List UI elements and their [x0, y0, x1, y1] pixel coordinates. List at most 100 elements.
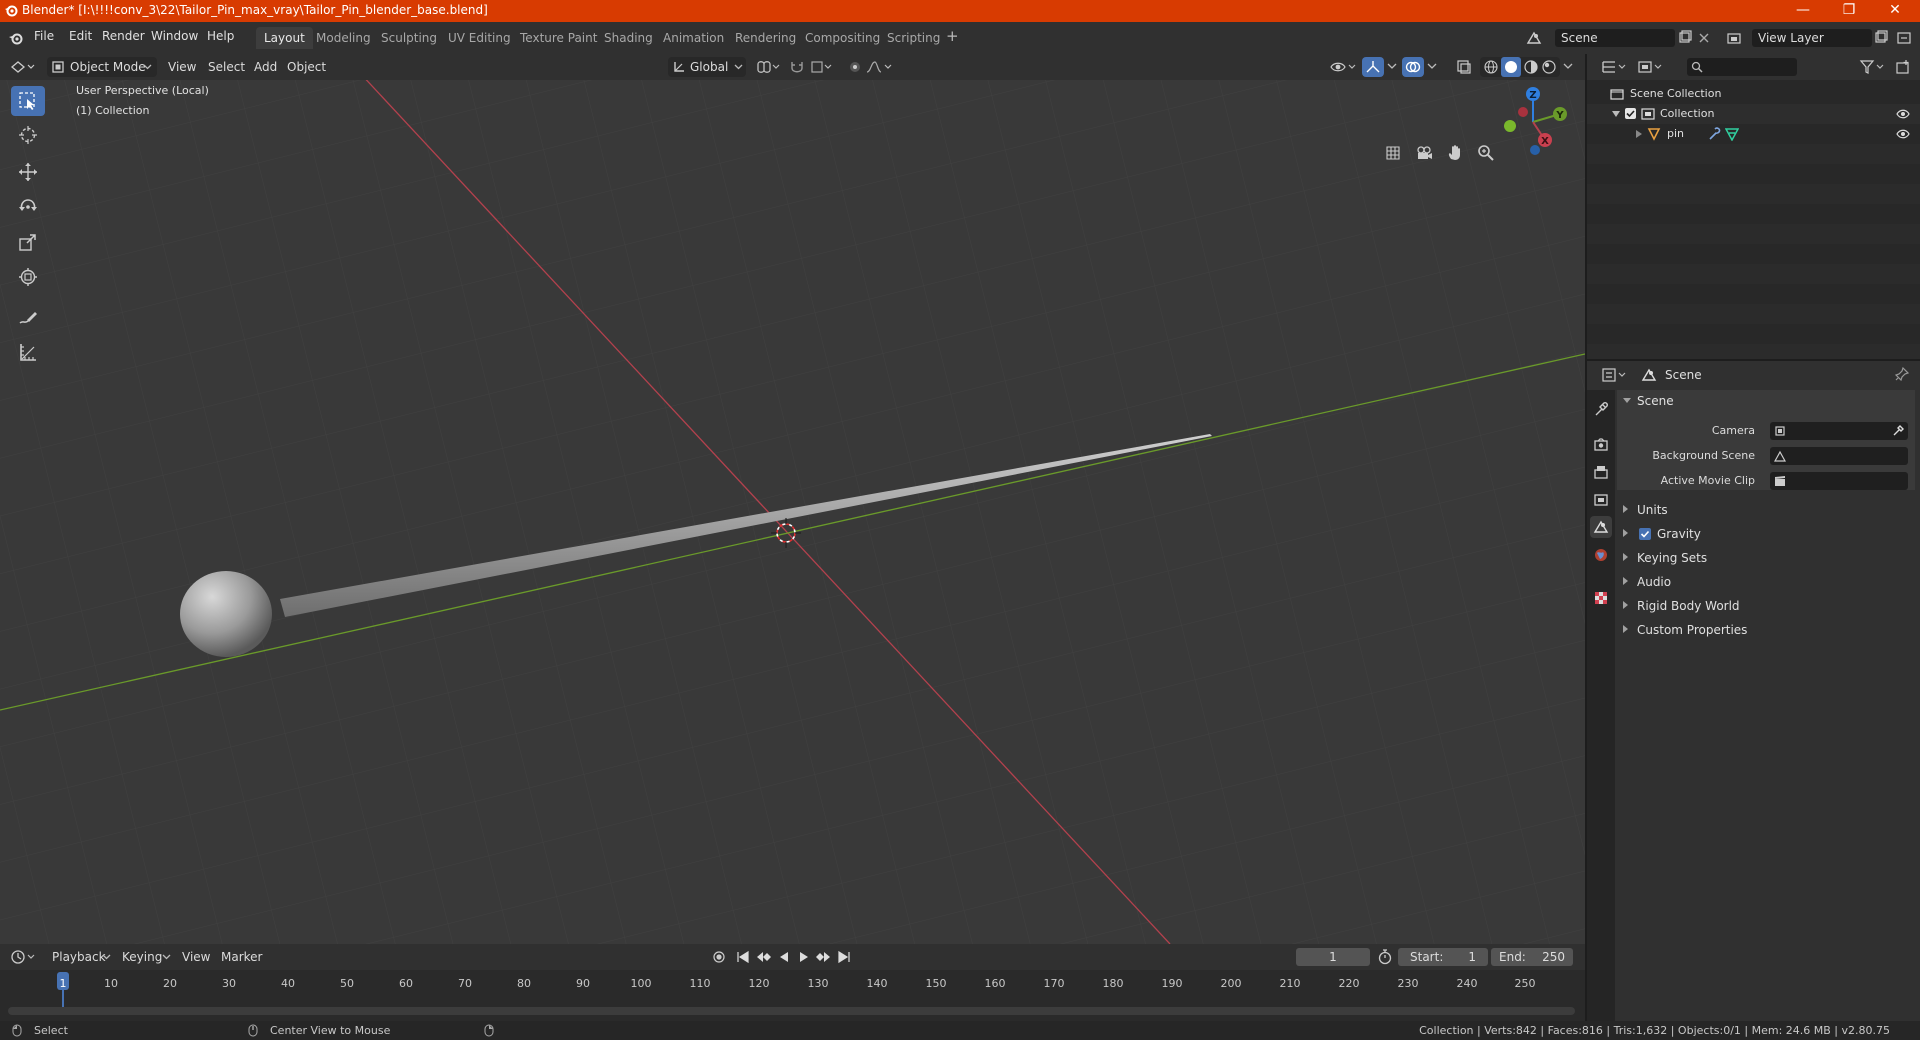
menu-edit[interactable]: Edit — [69, 29, 92, 43]
eye-icon[interactable] — [1896, 128, 1910, 140]
remove-view-layer-icon[interactable] — [1896, 30, 1912, 46]
minimize-button[interactable]: — — [1780, 0, 1826, 22]
tab-output[interactable] — [1590, 461, 1612, 483]
xray-icon[interactable] — [1456, 59, 1472, 75]
mode-dropdown[interactable]: Object Mode — [47, 57, 157, 77]
panel-units[interactable]: Units — [1617, 499, 1915, 521]
camera-view-button[interactable] — [1411, 140, 1437, 166]
workspace-tab-layout[interactable]: Layout — [256, 27, 313, 49]
collection-checkbox[interactable] — [1625, 108, 1636, 119]
timeline-scrollbar[interactable] — [8, 1007, 1575, 1015]
chevron-down-icon[interactable] — [1563, 61, 1573, 71]
material-shading-icon[interactable] — [1523, 59, 1539, 75]
rendered-shading-icon[interactable] — [1541, 59, 1557, 75]
wireframe-shading-icon[interactable] — [1483, 59, 1499, 75]
collapse-arrow-icon[interactable] — [1635, 130, 1643, 138]
outliner-row-collection[interactable]: Collection — [1587, 104, 1920, 124]
workspace-tab-uv-editing[interactable]: UV Editing — [440, 27, 519, 49]
scale-tool[interactable] — [11, 227, 45, 257]
outliner-row-scene-collection[interactable]: Scene Collection — [1587, 84, 1920, 104]
annotate-tool[interactable] — [11, 303, 45, 333]
view-layer-icon[interactable] — [1726, 30, 1742, 46]
add-workspace-button[interactable]: + — [946, 27, 959, 45]
background-scene-field[interactable] — [1770, 447, 1908, 465]
cursor-tool[interactable] — [11, 120, 45, 150]
pin-head[interactable] — [180, 571, 272, 657]
stopwatch-icon[interactable] — [1377, 949, 1393, 965]
panel-rigid-body-world[interactable]: Rigid Body World — [1617, 595, 1915, 617]
blender-menu-icon[interactable] — [8, 30, 24, 46]
modifier-wrench-icon[interactable] — [1707, 127, 1721, 141]
transform-tool[interactable] — [11, 262, 45, 292]
delete-scene-icon[interactable] — [1697, 31, 1711, 45]
navigation-gizmo[interactable]: Z Y X — [1490, 82, 1570, 158]
jump-to-start-icon[interactable] — [736, 950, 750, 964]
menu-keying[interactable]: Keying — [122, 947, 162, 967]
start-frame-field[interactable]: Start: 1 — [1398, 948, 1488, 966]
workspace-tab-shading[interactable]: Shading — [596, 27, 661, 49]
expand-arrow-icon[interactable] — [1612, 110, 1620, 118]
mesh-data-icon[interactable] — [1725, 127, 1739, 141]
show-overlays-toggle[interactable] — [1402, 57, 1424, 77]
eye-icon[interactable] — [1896, 108, 1910, 120]
properties-editor-type-icon[interactable] — [1601, 367, 1629, 383]
show-gizmo-toggle[interactable] — [1362, 57, 1384, 77]
tab-tool[interactable] — [1590, 398, 1612, 420]
panel-audio[interactable]: Audio — [1617, 571, 1915, 593]
panel-custom-properties[interactable]: Custom Properties — [1617, 619, 1915, 641]
menu-view[interactable]: View — [168, 57, 196, 77]
menu-window[interactable]: Window — [151, 29, 198, 43]
panel-keying-sets[interactable]: Keying Sets — [1617, 547, 1915, 569]
select-box-tool[interactable] — [11, 86, 45, 116]
maximize-button[interactable]: ❐ — [1826, 0, 1872, 22]
jump-to-keyframe-back-icon[interactable] — [756, 950, 772, 964]
editor-type-icon[interactable] — [10, 59, 38, 75]
new-scene-icon[interactable] — [1677, 30, 1693, 46]
zoom-view-button[interactable] — [1473, 140, 1499, 166]
chevron-down-icon[interactable] — [162, 954, 171, 960]
new-collection-icon[interactable] — [1895, 59, 1911, 75]
tab-texture[interactable] — [1590, 587, 1612, 609]
outliner-search-input[interactable] — [1687, 58, 1797, 76]
camera-field[interactable] — [1770, 422, 1908, 440]
snap-icon[interactable] — [789, 59, 841, 75]
move-tool[interactable] — [11, 157, 45, 187]
tab-view-layer[interactable] — [1590, 489, 1612, 511]
menu-add[interactable]: Add — [254, 57, 277, 77]
active-movie-clip-field[interactable] — [1770, 472, 1908, 490]
tab-render[interactable] — [1590, 434, 1612, 456]
pin-icon[interactable] — [1895, 367, 1909, 381]
menu-select[interactable]: Select — [208, 57, 245, 77]
eyedropper-icon[interactable] — [1892, 425, 1904, 437]
workspace-tab-rendering[interactable]: Rendering — [727, 27, 804, 49]
outliner-editor-type-icon[interactable] — [1601, 59, 1629, 75]
chevron-down-icon[interactable] — [1427, 61, 1437, 71]
gizmo-neg-y[interactable] — [1504, 120, 1516, 132]
visibility-icon[interactable] — [1330, 59, 1358, 75]
menu-help[interactable]: Help — [207, 29, 234, 43]
menu-render[interactable]: Render — [102, 29, 145, 43]
workspace-tab-scripting[interactable]: Scripting — [879, 27, 948, 49]
workspace-tab-texture-paint[interactable]: Texture Paint — [512, 27, 605, 49]
jump-to-keyframe-forward-icon[interactable] — [815, 950, 831, 964]
panel-scene-header[interactable]: Scene — [1617, 390, 1915, 412]
tab-world[interactable] — [1590, 544, 1612, 566]
workspace-tab-compositing[interactable]: Compositing — [797, 27, 888, 49]
panel-gravity[interactable]: Gravity — [1617, 523, 1915, 545]
gizmo-neg-z[interactable] — [1530, 145, 1540, 155]
menu-view[interactable]: View — [182, 947, 210, 967]
workspace-tab-sculpting[interactable]: Sculpting — [373, 27, 445, 49]
toggle-ortho-button[interactable] — [1380, 140, 1406, 166]
solid-shading-button[interactable] — [1501, 57, 1521, 77]
gravity-checkbox[interactable] — [1639, 528, 1651, 540]
jump-to-end-icon[interactable] — [837, 950, 851, 964]
chevron-down-icon[interactable] — [1387, 61, 1397, 71]
rotate-tool[interactable] — [11, 192, 45, 222]
workspace-tab-animation[interactable]: Animation — [655, 27, 732, 49]
menu-playback[interactable]: Playback — [52, 947, 106, 967]
menu-file[interactable]: File — [34, 29, 54, 43]
new-view-layer-icon[interactable] — [1873, 30, 1889, 46]
pivot-point-icon[interactable] — [755, 60, 781, 74]
current-frame-field[interactable]: 1 — [1296, 948, 1370, 966]
record-icon[interactable] — [712, 950, 726, 964]
